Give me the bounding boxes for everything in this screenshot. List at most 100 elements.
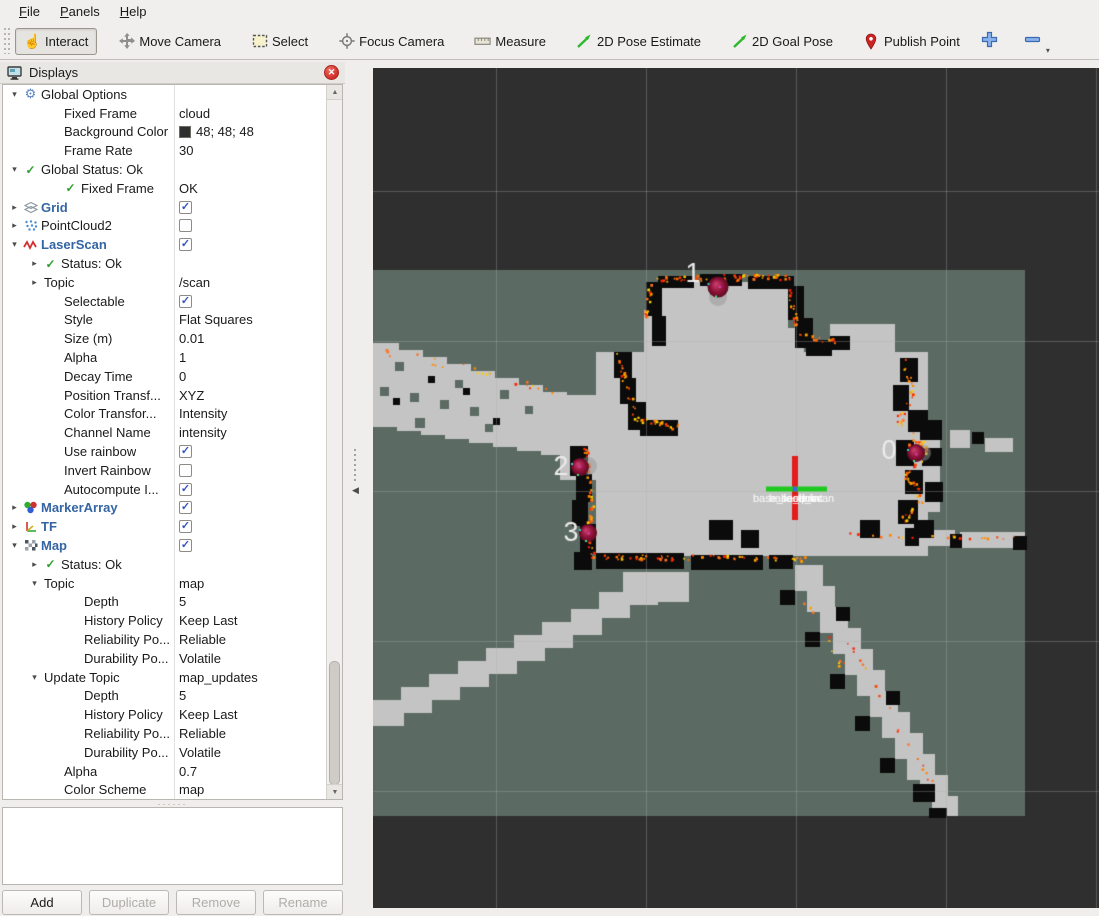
tree-row-history-policy[interactable]: History PolicyKeep Last (3, 611, 342, 630)
row-value[interactable]: map_updates (179, 668, 258, 687)
row-value[interactable]: 5 (179, 593, 186, 612)
tree-row-style[interactable]: StyleFlat Squares (3, 311, 342, 330)
splitter-collapse-icon[interactable]: ◀ (352, 485, 359, 496)
tool-select[interactable]: Select (242, 28, 317, 55)
tree-row-alpha[interactable]: Alpha1 (3, 348, 342, 367)
tree-row-topic[interactable]: ▾Topicmap (3, 574, 342, 593)
checkbox-checked[interactable]: ✓ (179, 295, 192, 308)
expander-open-icon[interactable]: ▾ (27, 578, 42, 589)
expander-closed-icon[interactable]: ▸ (7, 220, 22, 231)
checkbox-checked[interactable]: ✓ (179, 201, 192, 214)
expander-open-icon[interactable]: ▾ (7, 239, 22, 250)
tree-row-position-transf[interactable]: Position Transf...XYZ (3, 386, 342, 405)
row-value[interactable]: Reliable (179, 724, 226, 743)
add-button[interactable]: Add (2, 890, 82, 915)
tree-row-status-ok[interactable]: ▸✓Status: Ok (3, 555, 342, 574)
row-value[interactable]: Volatile (179, 649, 221, 668)
tree-row-durability-po[interactable]: Durability Po...Volatile (3, 649, 342, 668)
tree-row-channel-name[interactable]: Channel Nameintensity (3, 423, 342, 442)
menu-item-help[interactable]: Help (111, 2, 156, 21)
menu-item-panels[interactable]: Panels (51, 2, 109, 21)
tree-row-reliability-po[interactable]: Reliability Po...Reliable (3, 724, 342, 743)
tree-row-invert-rainbow[interactable]: Invert Rainbow (3, 461, 342, 480)
expander-closed-icon[interactable]: ▸ (7, 521, 22, 532)
row-value[interactable]: 0.7 (179, 762, 197, 781)
row-value[interactable]: map (179, 574, 204, 593)
row-value[interactable]: Volatile (179, 743, 221, 762)
tree-row-fixed-frame[interactable]: ✓Fixed FrameOK (3, 179, 342, 198)
tool-2d-goal-pose[interactable]: 2D Goal Pose (722, 28, 842, 55)
checkbox-checked[interactable]: ✓ (179, 445, 192, 458)
tree-row-markerarray[interactable]: ▸MarkerArray✓ (3, 499, 342, 518)
tree-row-durability-po[interactable]: Durability Po...Volatile (3, 743, 342, 762)
toolbar-drag-handle[interactable] (4, 28, 11, 54)
panel-resize-handle[interactable]: ······ (2, 800, 343, 807)
tree-row-pointcloud2[interactable]: ▸PointCloud2 (3, 217, 342, 236)
tree-row-history-policy[interactable]: History PolicyKeep Last (3, 705, 342, 724)
tree-row-color-scheme[interactable]: Color Schememap (3, 780, 342, 799)
row-value[interactable]: Reliable (179, 630, 226, 649)
tree-row-tf[interactable]: ▸TF✓ (3, 517, 342, 536)
tree-row-depth[interactable]: Depth5 (3, 687, 342, 706)
tree-row-update-topic[interactable]: ▾Update Topicmap_updates (3, 668, 342, 687)
expander-closed-icon[interactable]: ▸ (27, 559, 42, 570)
tool-measure[interactable]: Measure (465, 28, 555, 55)
tree-row-reliability-po[interactable]: Reliability Po...Reliable (3, 630, 342, 649)
expander-closed-icon[interactable]: ▸ (7, 202, 22, 213)
row-value[interactable]: intensity (179, 423, 227, 442)
close-panel-button[interactable]: ✕ (324, 65, 339, 80)
tree-row-alpha[interactable]: Alpha0.7 (3, 762, 342, 781)
scroll-down-icon[interactable]: ▼ (327, 784, 343, 799)
row-value[interactable]: 0.01 (179, 329, 204, 348)
row-value[interactable]: 0 (179, 367, 186, 386)
tree-row-size-m[interactable]: Size (m)0.01 (3, 329, 342, 348)
tree-row-map[interactable]: ▾Map✓ (3, 536, 342, 555)
splitter-grip[interactable] (354, 449, 357, 483)
tree-row-color-transfor[interactable]: Color Transfor...Intensity (3, 405, 342, 424)
row-value[interactable]: Flat Squares (179, 311, 253, 330)
tool-2d-pose-estimate[interactable]: 2D Pose Estimate (567, 28, 710, 55)
tree-row-selectable[interactable]: Selectable✓ (3, 292, 342, 311)
checkbox-unchecked[interactable] (179, 219, 192, 232)
tree-row-use-rainbow[interactable]: Use rainbow✓ (3, 442, 342, 461)
checkbox-checked[interactable]: ✓ (179, 539, 192, 552)
tree-row-status-ok[interactable]: ▸✓Status: Ok (3, 254, 342, 273)
3d-viewport[interactable] (373, 68, 1099, 908)
tool-move-camera[interactable]: Move Camera (109, 28, 230, 55)
tree-row-autocompute-i[interactable]: Autocompute I...✓ (3, 480, 342, 499)
tree-row-fixed-frame[interactable]: Fixed Framecloud (3, 104, 342, 123)
expander-open-icon[interactable]: ▾ (7, 540, 22, 551)
row-value[interactable]: Keep Last (179, 705, 238, 724)
tree-row-decay-time[interactable]: Decay Time0 (3, 367, 342, 386)
row-value[interactable]: /scan (179, 273, 210, 292)
expander-open-icon[interactable]: ▾ (27, 672, 42, 683)
expander-closed-icon[interactable]: ▸ (27, 277, 42, 288)
tree-row-global-status-ok[interactable]: ▾✓Global Status: Ok (3, 160, 342, 179)
expander-open-icon[interactable]: ▾ (7, 164, 22, 175)
tree-row-laserscan[interactable]: ▾LaserScan✓ (3, 235, 342, 254)
checkbox-checked[interactable]: ✓ (179, 501, 192, 514)
checkbox-checked[interactable]: ✓ (179, 238, 192, 251)
row-value[interactable]: XYZ (179, 386, 204, 405)
remove-tool-button[interactable]: ▾ (1024, 31, 1041, 51)
row-value[interactable]: OK (179, 179, 198, 198)
row-value[interactable]: 30 (179, 141, 193, 160)
tree-row-background-color[interactable]: Background Color48; 48; 48 (3, 123, 342, 142)
checkbox-checked[interactable]: ✓ (179, 483, 192, 496)
expander-closed-icon[interactable]: ▸ (7, 502, 22, 513)
tool-focus-camera[interactable]: Focus Camera (329, 28, 453, 55)
tool-publish-point[interactable]: Publish Point (854, 28, 969, 55)
row-value[interactable]: 5 (179, 687, 186, 706)
row-value[interactable]: Intensity (179, 405, 227, 424)
checkbox-unchecked[interactable] (179, 464, 192, 477)
checkbox-checked[interactable]: ✓ (179, 520, 192, 533)
tree-row-global-options[interactable]: ▾⚙Global Options (3, 85, 342, 104)
expander-closed-icon[interactable]: ▸ (27, 258, 42, 269)
add-tool-button[interactable] (981, 31, 998, 51)
scroll-up-icon[interactable]: ▲ (327, 85, 343, 100)
tree-scrollbar[interactable]: ▲▼ (326, 85, 342, 799)
tree-row-frame-rate[interactable]: Frame Rate30 (3, 141, 342, 160)
tree-row-depth[interactable]: Depth5 (3, 593, 342, 612)
tree-row-grid[interactable]: ▸Grid✓ (3, 198, 342, 217)
scrollbar-thumb[interactable] (329, 661, 340, 785)
